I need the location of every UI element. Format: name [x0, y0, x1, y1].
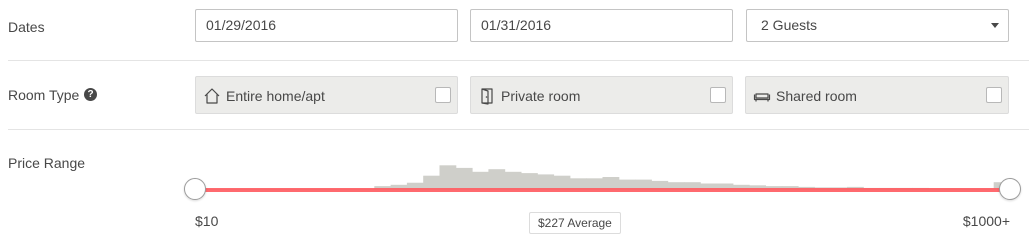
chevron-down-icon: [991, 23, 999, 28]
checkout-date-input[interactable]: 01/31/2016: [470, 9, 733, 42]
price-slider-track[interactable]: [195, 188, 1010, 192]
guests-select[interactable]: 2 Guests: [746, 9, 1009, 42]
door-icon: [481, 88, 493, 105]
price-histogram: [195, 165, 1010, 190]
room-option-label: Entire home/apt: [226, 88, 325, 104]
price-max-handle[interactable]: [999, 178, 1021, 200]
room-option-checkbox[interactable]: [986, 87, 1002, 103]
histogram-bar: [488, 169, 506, 190]
room-option-label: Shared room: [776, 88, 857, 104]
sofa-icon: [753, 93, 771, 102]
price-range-label: Price Range: [8, 155, 86, 171]
price-min-handle[interactable]: [184, 178, 206, 200]
checkin-date-input[interactable]: 01/29/2016: [195, 9, 458, 42]
divider: [8, 129, 1029, 130]
price-max-label: $1000+: [962, 213, 1010, 229]
room-option-shared-room[interactable]: Shared room: [745, 76, 1009, 114]
room-option-entire-home[interactable]: Entire home/apt: [195, 76, 458, 114]
question-circle-icon[interactable]: ?: [84, 88, 97, 101]
guests-select-value: 2 Guests: [761, 17, 818, 33]
price-min-label: $10: [195, 213, 219, 229]
house-icon: [204, 88, 220, 104]
room-type-label: Room Type: [8, 87, 80, 103]
histogram-bar: [439, 165, 457, 190]
histogram-bar: [455, 167, 473, 190]
room-option-private-room[interactable]: Private room: [470, 76, 733, 114]
room-option-checkbox[interactable]: [710, 87, 726, 103]
divider: [8, 60, 1029, 61]
dates-label: Dates: [8, 19, 45, 35]
room-option-label: Private room: [501, 88, 581, 104]
price-average-badge: $227 Average: [529, 212, 621, 234]
room-option-checkbox[interactable]: [435, 87, 451, 103]
